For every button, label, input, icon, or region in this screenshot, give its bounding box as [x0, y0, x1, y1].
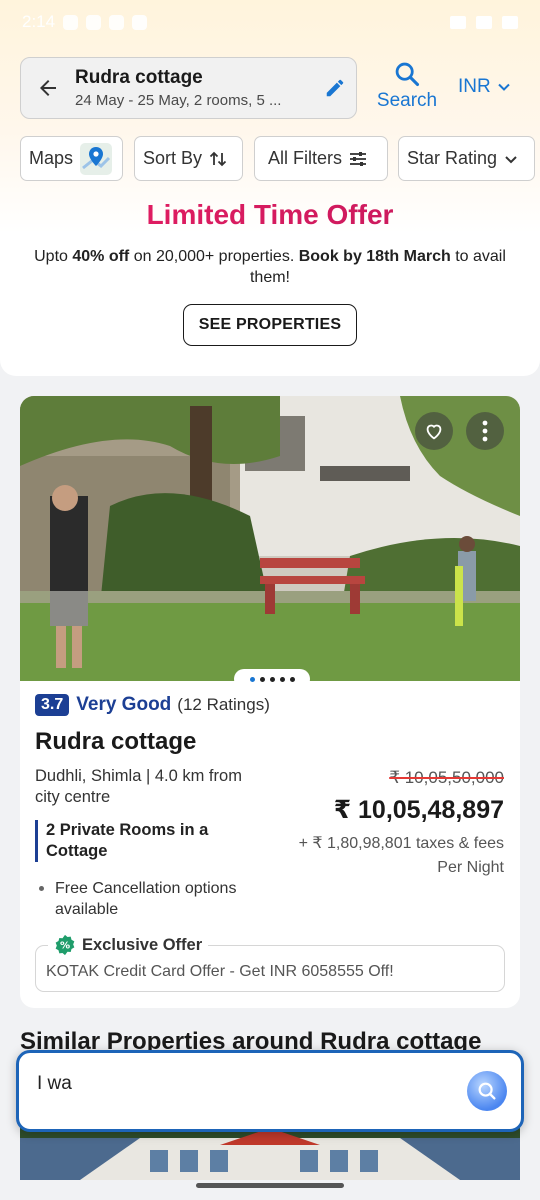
search-icon — [395, 62, 420, 87]
status-bar: 2:14 — [0, 0, 540, 44]
taxes-fees: + ₹ 1,80,98,801 taxes & fees — [298, 835, 504, 852]
chat-input-bar[interactable]: I wa — [16, 1050, 524, 1132]
discounted-price: ₹ 10,05,48,897 — [333, 796, 504, 824]
search-summary-box[interactable]: Rudra cottage 24 May - 25 May, 2 rooms, … — [20, 57, 357, 119]
map-pin-icon — [79, 142, 113, 176]
star-rating-label: Star Rating — [407, 148, 498, 168]
see-properties-button[interactable]: SEE PROPERTIES — [183, 304, 357, 346]
search-label: Search — [376, 90, 438, 111]
search-summary[interactable]: Rudra cottage 24 May - 25 May, 2 rooms, … — [75, 67, 314, 109]
exclusive-offer-label: % Exclusive Offer — [48, 934, 209, 956]
rating-count: (12 Ratings) — [177, 695, 270, 714]
pencil-icon — [326, 79, 344, 97]
cancellation-text: Free Cancellation options available — [55, 880, 237, 918]
offer-text-mid: on 20,000+ properties. — [129, 248, 299, 265]
status-time: 2:14 — [22, 12, 56, 31]
all-filters-label: All Filters — [268, 148, 343, 168]
chat-input-text[interactable]: I wa — [37, 1073, 72, 1095]
property-location: Dudhli, Shimla | 4.0 km from city centre — [35, 767, 242, 806]
sort-icon — [208, 149, 228, 169]
search-icon — [478, 1082, 496, 1100]
chevron-down-icon — [498, 83, 510, 91]
search-title: Rudra cottage — [75, 67, 203, 88]
pagination-dot — [289, 676, 295, 682]
offer-title: Limited Time Offer — [0, 199, 540, 231]
more-vertical-icon — [482, 420, 488, 442]
exclusive-offer-box[interactable]: % Exclusive Offer KOTAK Credit Card Offe… — [35, 934, 505, 992]
bullet-icon — [39, 886, 44, 891]
sort-by-chip[interactable]: Sort By — [134, 136, 243, 181]
pagination-dot — [259, 676, 265, 682]
more-options-button[interactable] — [466, 412, 504, 450]
offer-description: Upto 40% off on 20,000+ properties. Book… — [30, 246, 510, 288]
favorite-button[interactable] — [415, 412, 453, 450]
pagination-dot — [269, 676, 275, 682]
assistant-search-button[interactable] — [467, 1071, 507, 1111]
pagination-dot-active — [249, 676, 255, 682]
taxes-info: + ₹ 1,80,98,801 taxes & fees Per Night — [274, 832, 504, 880]
back-arrow-icon — [40, 80, 56, 96]
cancellation-info: Free Cancellation options available — [39, 878, 279, 920]
property-name[interactable]: Rudra cottage — [35, 728, 196, 756]
property-card[interactable]: 3.7 Very Good (12 Ratings) Rudra cottage… — [20, 396, 520, 1008]
maps-chip[interactable]: Maps — [20, 136, 123, 181]
search-button[interactable]: Search — [370, 60, 444, 116]
currency-label: INR — [458, 76, 491, 97]
search-subtitle: 24 May - 25 May, 2 rooms, 5 ... — [75, 92, 282, 109]
notification-icons — [63, 14, 148, 30]
chevron-down-icon — [503, 151, 519, 167]
offer-discount: 40% off — [72, 248, 130, 265]
edit-search-button[interactable] — [314, 58, 356, 118]
svg-text:%: % — [60, 941, 70, 952]
offer-book-by: Book by 18th March — [298, 248, 451, 265]
back-button[interactable] — [21, 58, 75, 118]
maps-label: Maps — [29, 148, 74, 168]
exclusive-offer-text: KOTAK Credit Card Offer - Get INR 605855… — [46, 963, 394, 980]
offer-text-pre: Upto — [34, 248, 73, 265]
exclusive-offer-title: Exclusive Offer — [82, 935, 203, 954]
pagination-dot — [279, 676, 285, 682]
discount-badge-icon: % — [54, 934, 76, 956]
sort-by-label: Sort By — [143, 148, 203, 168]
rating-label: Very Good — [76, 694, 172, 715]
rating-row: 3.7 Very Good (12 Ratings) — [35, 694, 270, 716]
heart-icon — [426, 424, 442, 440]
system-icons — [450, 15, 518, 29]
image-pagination[interactable] — [234, 669, 310, 689]
gesture-nav-handle[interactable] — [196, 1183, 344, 1188]
per-night: Per Night — [437, 859, 504, 876]
rating-badge: 3.7 — [35, 694, 70, 716]
room-type: 2 Private Rooms in a Cottage — [35, 820, 225, 862]
currency-selector[interactable]: INR — [458, 76, 511, 98]
original-price: ₹ 10,05,50,000 — [389, 768, 504, 787]
all-filters-chip[interactable]: All Filters — [254, 136, 388, 181]
star-rating-chip[interactable]: Star Rating — [398, 136, 535, 181]
filter-sliders-icon — [348, 149, 368, 169]
